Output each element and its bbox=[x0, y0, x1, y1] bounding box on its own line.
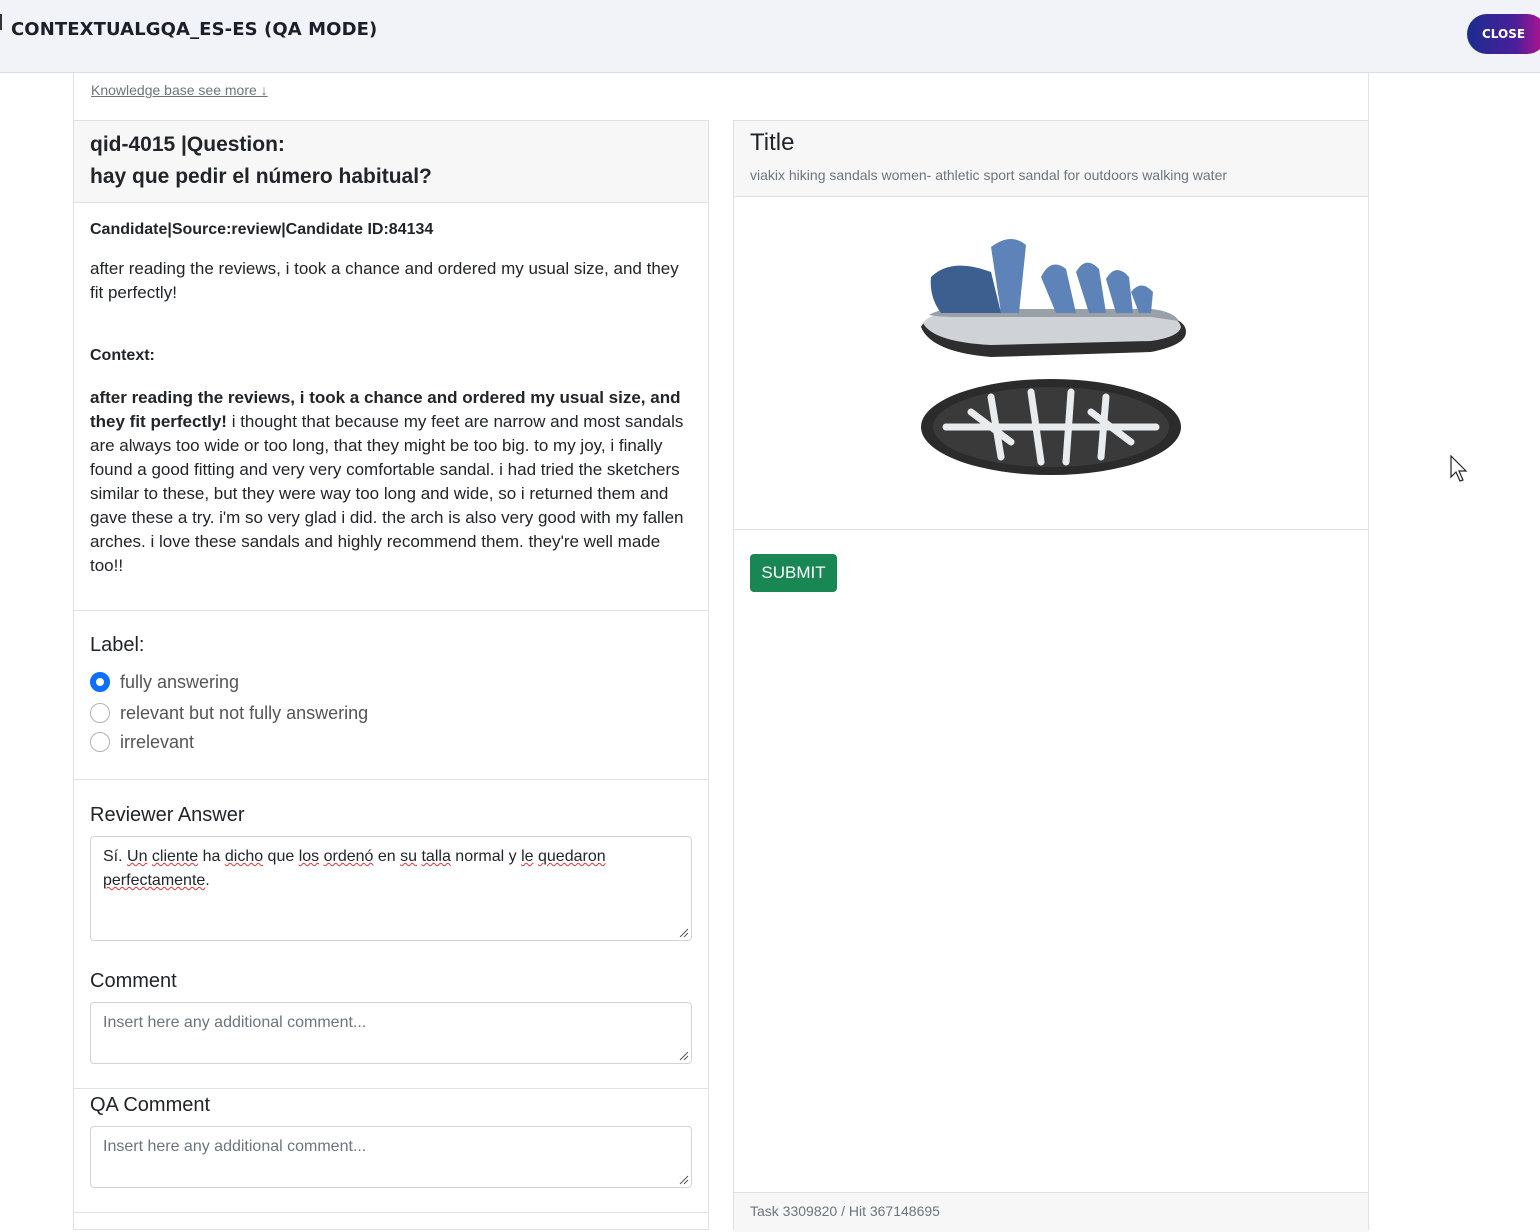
comment-label: Comment bbox=[90, 970, 177, 992]
task-footer: Task 3309820 / Hit 367148695 bbox=[734, 1192, 1368, 1232]
submit-button[interactable]: SUBMIT bbox=[750, 554, 837, 592]
question-card: qid-4015 |Question: hay que pedir el núm… bbox=[73, 120, 709, 1230]
knowledge-base-link[interactable]: Knowledge base see more ↓ bbox=[91, 82, 268, 98]
mouse-cursor-icon bbox=[1450, 455, 1468, 482]
radio-label: fully answering bbox=[120, 671, 240, 692]
radio-unchecked-icon[interactable] bbox=[90, 703, 110, 723]
divider bbox=[74, 1088, 708, 1089]
radio-relevant-not-fully[interactable]: relevant but not fully answering bbox=[90, 701, 368, 725]
candidate-block: Candidate|Source:review|Candidate ID:841… bbox=[90, 219, 692, 305]
resize-grip-icon[interactable] bbox=[677, 1049, 689, 1061]
divider bbox=[734, 529, 1368, 530]
window-edge-mark bbox=[0, 14, 2, 30]
context-text: after reading the reviews, i took a chan… bbox=[90, 386, 692, 578]
product-subtitle: viakix hiking sandals women- athletic sp… bbox=[750, 167, 1228, 183]
sandal-product-image bbox=[921, 238, 1186, 475]
qa-comment-placeholder: Insert here any additional comment... bbox=[103, 1138, 367, 1155]
resize-grip-icon[interactable] bbox=[677, 1173, 689, 1185]
top-bar: CONTEXTUALGQA_ES-ES (QA MODE) CLOSE bbox=[0, 0, 1540, 73]
question-text: hay que pedir el número habitual? bbox=[90, 165, 432, 188]
label-title: Label: bbox=[90, 634, 145, 656]
radio-label: relevant but not fully answering bbox=[120, 702, 369, 723]
resize-grip-icon[interactable] bbox=[677, 926, 689, 938]
radio-fully-answering[interactable]: fully answering bbox=[90, 670, 239, 694]
product-card: Title viakix hiking sandals women- athle… bbox=[733, 120, 1369, 1232]
task-hit-label: Task 3309820 / Hit 367148695 bbox=[750, 1203, 940, 1219]
divider bbox=[74, 610, 708, 611]
context-rest: i thought that because my feet are narro… bbox=[90, 412, 684, 575]
close-button[interactable]: CLOSE bbox=[1467, 14, 1540, 54]
radio-unchecked-icon[interactable] bbox=[90, 732, 110, 752]
candidate-text: after reading the reviews, i took a chan… bbox=[90, 259, 679, 302]
knowledge-base-strip: Knowledge base see more ↓ bbox=[73, 73, 1369, 120]
comment-placeholder: Insert here any additional comment... bbox=[103, 1014, 367, 1031]
divider bbox=[74, 1212, 708, 1213]
question-id: qid-4015 |Question: bbox=[90, 133, 285, 156]
question-header: qid-4015 |Question: hay que pedir el núm… bbox=[74, 121, 708, 203]
context-title: Context: bbox=[90, 347, 155, 364]
reviewer-answer-value: Sí. Un cliente ha dicho que los ordenó e… bbox=[103, 848, 606, 889]
reviewer-answer-label: Reviewer Answer bbox=[90, 804, 245, 826]
candidate-title: Candidate|Source:review|Candidate ID:841… bbox=[90, 221, 434, 238]
divider bbox=[74, 779, 708, 780]
product-title-label: Title bbox=[750, 129, 795, 156]
app-title: CONTEXTUALGQA_ES-ES (QA MODE) bbox=[11, 19, 378, 40]
comment-textarea[interactable]: Insert here any additional comment... bbox=[90, 1002, 692, 1064]
product-header: Title viakix hiking sandals women- athle… bbox=[734, 121, 1368, 197]
radio-checked-icon[interactable] bbox=[90, 672, 110, 692]
qa-comment-textarea[interactable]: Insert here any additional comment... bbox=[90, 1126, 692, 1188]
qa-comment-label: QA Comment bbox=[90, 1094, 211, 1116]
radio-irrelevant[interactable]: irrelevant bbox=[90, 730, 194, 754]
reviewer-answer-textarea[interactable]: Sí. Un cliente ha dicho que los ordenó e… bbox=[90, 836, 692, 941]
radio-label: irrelevant bbox=[120, 731, 195, 752]
